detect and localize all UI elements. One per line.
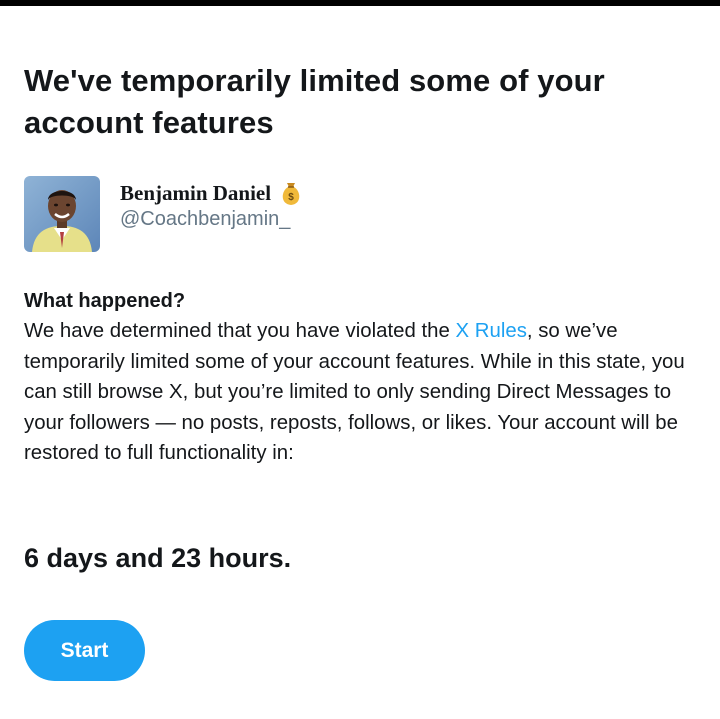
display-name-row: Benjamin Daniel $	[120, 178, 303, 208]
status-bar-edge	[0, 0, 720, 6]
display-name: Benjamin Daniel	[120, 180, 272, 205]
money-bag-icon: $	[279, 180, 303, 206]
restriction-countdown: 6 days and 23 hours.	[24, 543, 292, 573]
section-title: What happened?	[24, 290, 186, 312]
start-button[interactable]: Start	[24, 620, 145, 681]
avatar	[24, 176, 100, 252]
svg-text:$: $	[288, 192, 294, 203]
restriction-notice: We've temporarily limited some of your a…	[24, 60, 696, 681]
account-handle: @Coachbenjamin_	[120, 208, 291, 230]
account-names: Benjamin Daniel $ @Coachbenjamin_	[120, 178, 303, 231]
explanation-text-start: We have determined that you have violate…	[24, 320, 456, 342]
x-rules-link[interactable]: X Rules	[456, 320, 527, 342]
what-happened-section: What happened? We have determined that y…	[24, 286, 696, 469]
account-card: Benjamin Daniel $ @Coachbenjamin_	[24, 176, 303, 252]
explanation-text: We have determined that you have violate…	[24, 316, 696, 469]
page-title: We've temporarily limited some of your a…	[24, 63, 605, 140]
avatar-image	[24, 176, 100, 252]
